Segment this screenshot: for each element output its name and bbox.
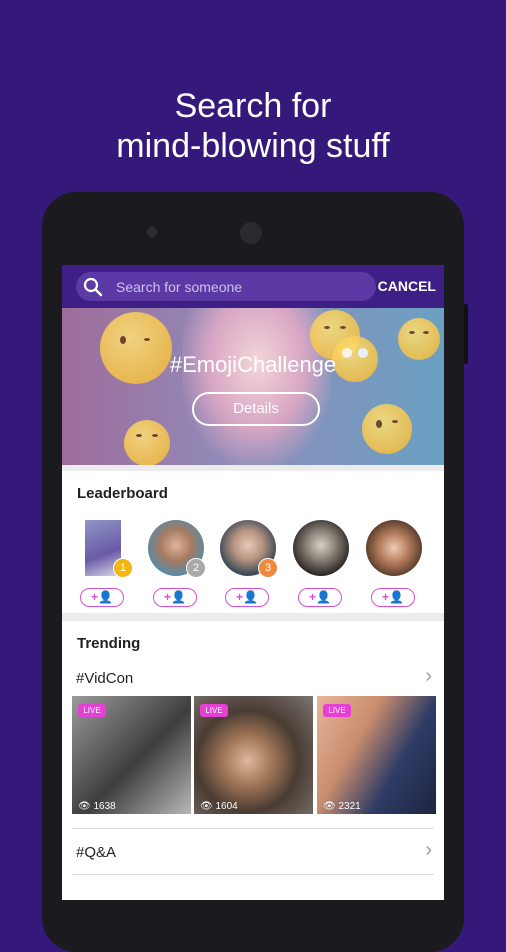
avatar[interactable] (293, 520, 349, 576)
eye-icon: 👁 (323, 801, 336, 812)
divider (72, 874, 434, 875)
stream-thumbnail[interactable]: LIVE 👁 2321 (317, 696, 436, 814)
power-button (464, 304, 468, 364)
laughing-emoji-icon (124, 420, 170, 465)
rank-badge: 1 (113, 558, 133, 578)
app-screen: CANCEL #EmojiChallenge Details Leaderboa… (62, 265, 444, 900)
leaderboard-user[interactable]: +👤 (291, 520, 351, 610)
promo-line-2: mind-blowing stuff (116, 127, 390, 165)
search-field[interactable] (76, 272, 376, 301)
banner-hashtag: #EmojiChallenge (169, 352, 337, 377)
search-bar: CANCEL (62, 265, 444, 308)
follow-button[interactable]: +👤 (153, 588, 197, 607)
follow-button[interactable]: +👤 (225, 588, 269, 607)
rank-badge: 3 (258, 558, 278, 578)
follow-button[interactable]: +👤 (80, 588, 124, 607)
rank-badge: 2 (186, 558, 206, 578)
chevron-right-icon[interactable]: › (425, 665, 432, 688)
camera-icon (147, 227, 157, 237)
view-count: 👁 2321 (323, 801, 361, 812)
leaderboard-user[interactable]: +👤 (364, 520, 424, 610)
details-button[interactable]: Details (192, 392, 320, 426)
search-input[interactable] (114, 276, 368, 298)
chevron-right-icon[interactable]: › (425, 839, 432, 862)
speaker-icon (240, 222, 262, 244)
stream-thumbnail[interactable]: LIVE 👁 1604 (194, 696, 313, 814)
eye-icon: 👁 (78, 801, 91, 812)
eye-icon: 👁 (200, 801, 213, 812)
leaderboard-title: Leaderboard (77, 485, 168, 502)
view-count: 👁 1604 (200, 801, 238, 812)
leaderboard-card: Leaderboard 1 +👤 2 +👤 3 +👤 +👤 +👤 (62, 471, 444, 613)
follow-button[interactable]: +👤 (371, 588, 415, 607)
leaderboard-user[interactable]: 2 +👤 (146, 520, 206, 610)
kiss-emoji-icon (362, 404, 412, 454)
view-count: 👁 1638 (78, 801, 116, 812)
live-badge: LIVE (200, 704, 228, 717)
stream-row: LIVE 👁 1638 LIVE 👁 1604 LIVE 👁 2321 (72, 696, 436, 814)
trending-card: Trending #VidCon › LIVE 👁 1638 LIVE 👁 16… (62, 621, 444, 900)
promo-headline: Search for mind-blowing stuff (0, 86, 506, 166)
featured-banner[interactable]: #EmojiChallenge Details (62, 308, 444, 465)
follow-button[interactable]: +👤 (298, 588, 342, 607)
topic-vidcon[interactable]: #VidCon (76, 670, 133, 687)
cancel-button[interactable]: CANCEL (378, 278, 436, 294)
leaderboard-user[interactable]: 3 +👤 (218, 520, 278, 610)
divider (72, 828, 434, 829)
avatar[interactable] (366, 520, 422, 576)
live-badge: LIVE (323, 704, 351, 717)
live-badge: LIVE (78, 704, 106, 717)
stream-thumbnail[interactable]: LIVE 👁 1638 (72, 696, 191, 814)
leaderboard-user[interactable]: 1 +👤 (73, 520, 133, 610)
promo-line-1: Search for (174, 87, 332, 125)
trending-title: Trending (77, 635, 141, 652)
search-icon (83, 277, 103, 297)
topic-qa[interactable]: #Q&A (76, 844, 116, 861)
